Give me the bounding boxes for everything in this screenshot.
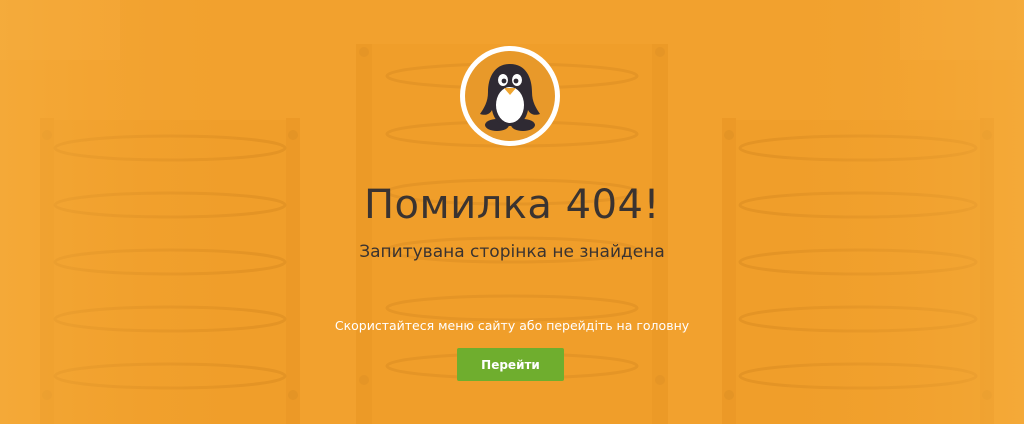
go-home-button[interactable]: Перейти [457,348,564,381]
navigation-hint: Скористайтеся меню сайту або перейдіть н… [334,318,690,333]
penguin-icon [460,46,560,146]
error-page: Помилка 404! Запитувана сторінка не знай… [0,0,1024,424]
page-subtitle: Запитувана сторінка не знайдена [359,242,665,262]
page-title: Помилка 404! [363,182,661,228]
